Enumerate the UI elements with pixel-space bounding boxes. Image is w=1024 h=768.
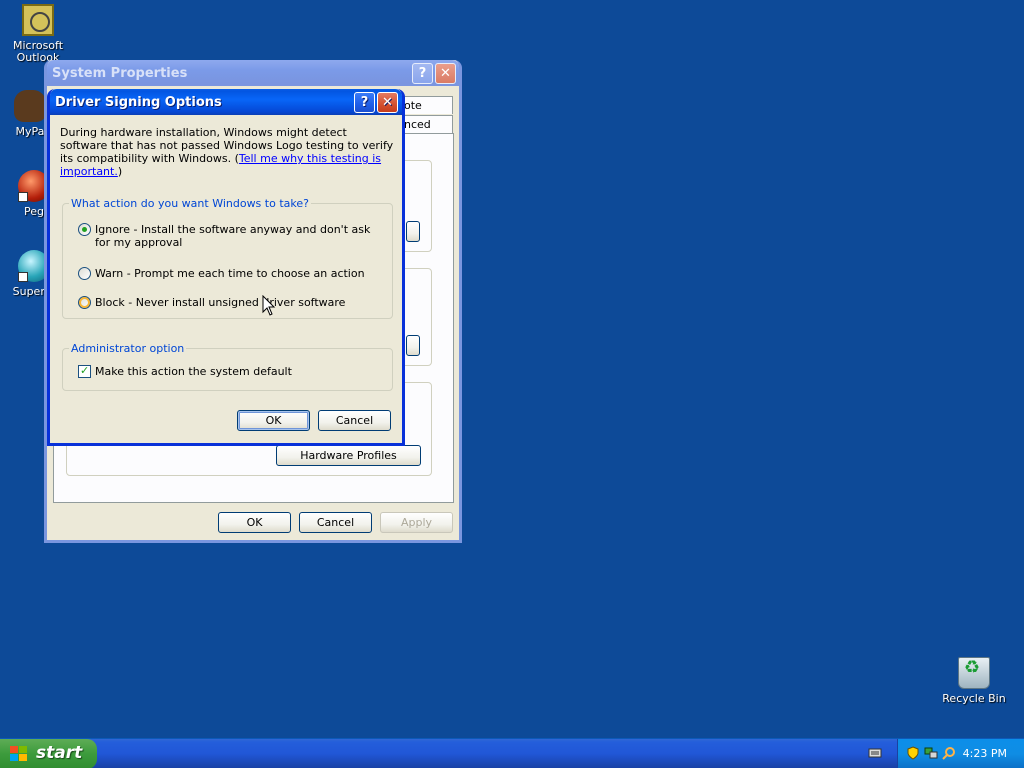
mouse-cursor-icon [262,295,276,316]
radio-button[interactable] [78,296,91,309]
system-properties-titlebar[interactable]: System Properties ? ✕ [47,60,459,86]
help-button[interactable]: ? [354,92,375,113]
desktop-icon-recycle-bin[interactable]: Recycle Bin [936,657,1012,705]
search-icon[interactable] [942,746,956,760]
help-button[interactable]: ? [412,63,433,84]
ok-button[interactable]: OK [218,512,291,533]
outlook-icon [22,4,54,36]
close-button[interactable]: ✕ [377,92,398,113]
driver-signing-titlebar[interactable]: Driver Signing Options ? ✕ [50,89,402,115]
start-button[interactable]: start [0,739,97,768]
system-tray: 4:23 PM [897,739,1024,768]
start-label: start [36,743,83,763]
taskbar: start 4:23 PM [0,738,1024,768]
description-text: During hardware installation, Windows mi… [60,126,394,178]
radio-button[interactable] [78,267,91,280]
action-group-label: What action do you want Windows to take? [69,197,311,210]
keyboard-icon[interactable] [868,746,882,760]
ok-button[interactable]: OK [237,410,310,431]
device-manager-button[interactable] [406,221,420,242]
system-default-checkbox-row[interactable]: Make this action the system default [78,364,292,378]
close-button[interactable]: ✕ [435,63,456,84]
driver-signing-dialog: Driver Signing Options ? ✕ During hardwa… [47,89,405,446]
checkbox-label: Make this action the system default [95,365,292,378]
network-icon[interactable] [924,746,938,760]
action-group: What action do you want Windows to take?… [62,197,393,319]
radio-label: Ignore - Install the software anyway and… [95,223,371,249]
recycle-bin-icon [958,657,990,689]
apply-button[interactable]: Apply [380,512,453,533]
radio-label: Warn - Prompt me each time to choose an … [95,267,365,280]
windows-logo-icon [10,746,28,762]
admin-group: Administrator option Make this action th… [62,342,393,391]
radio-block[interactable]: Block - Never install unsigned driver so… [78,296,345,309]
driver-signing-button[interactable] [406,335,420,356]
cancel-button[interactable]: Cancel [299,512,372,533]
shortcut-arrow-icon [18,272,28,282]
window-title: System Properties [52,66,188,81]
radio-ignore[interactable]: Ignore - Install the software anyway and… [78,223,383,249]
admin-group-label: Administrator option [69,342,187,355]
tab-remote[interactable]: ote [401,96,453,114]
desktop-icon-label: Recycle Bin [942,692,1006,705]
cancel-button[interactable]: Cancel [318,410,391,431]
mypal-icon [14,90,46,122]
security-shield-icon[interactable] [906,746,920,760]
system-default-checkbox[interactable] [78,364,91,378]
clock[interactable]: 4:23 PM [963,747,1007,760]
radio-warn[interactable]: Warn - Prompt me each time to choose an … [78,267,365,280]
dialog-title: Driver Signing Options [55,95,222,110]
hardware-profiles-button[interactable]: Hardware Profiles [276,445,421,466]
radio-label: Block - Never install unsigned driver so… [95,296,346,309]
radio-button[interactable] [78,223,91,236]
tab-advanced[interactable]: nced [401,115,453,133]
shortcut-arrow-icon [18,192,28,202]
desktop-icon-outlook[interactable]: Microsoft Outlook [0,4,76,64]
